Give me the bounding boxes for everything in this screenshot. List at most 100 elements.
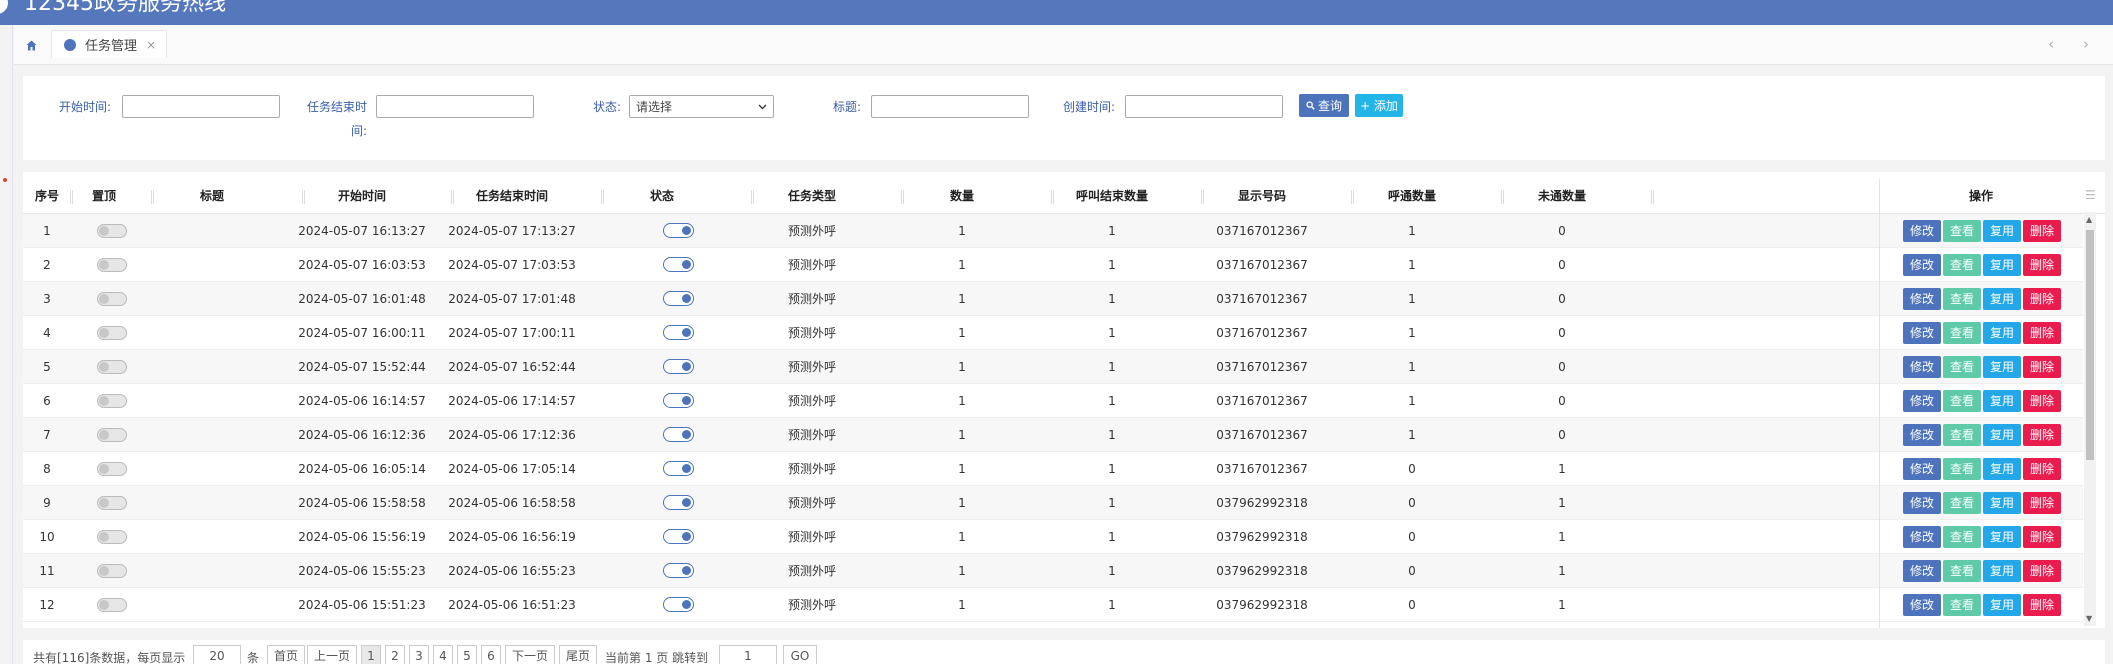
edit-button[interactable]: 修改: [1903, 356, 1941, 378]
page-button-1[interactable]: 1: [361, 645, 381, 664]
first-page-button[interactable]: 首页: [267, 645, 305, 664]
table-row[interactable]: 10 2024-05-06 15:56:19 2024-05-06 16:56:19…: [23, 520, 2083, 554]
scroll-thumb[interactable]: [2086, 230, 2094, 460]
status-toggle[interactable]: [663, 393, 694, 408]
column-resize-handle[interactable]: [70, 190, 73, 204]
last-page-button[interactable]: 尾页: [559, 645, 597, 664]
status-toggle[interactable]: [663, 257, 694, 272]
page-button-3[interactable]: 3: [409, 645, 429, 664]
edit-button[interactable]: 修改: [1903, 288, 1941, 310]
column-resize-handle[interactable]: [1201, 190, 1204, 204]
table-row[interactable]: 12 2024-05-06 15:51:23 2024-05-06 16:51:23…: [23, 588, 2083, 622]
view-button[interactable]: 查看: [1943, 560, 1981, 582]
column-resize-handle[interactable]: [151, 190, 154, 204]
table-row[interactable]: 2 2024-05-07 16:03:53 2024-05-07 17:03:53 预…: [23, 248, 2083, 282]
pin-toggle[interactable]: [97, 496, 127, 510]
delete-button[interactable]: 删除: [2023, 390, 2061, 412]
start-time-input[interactable]: [122, 95, 280, 118]
column-menu-icon[interactable]: ☰: [2085, 188, 2096, 202]
table-row[interactable]: 11 2024-05-06 15:55:23 2024-05-06 16:55:23…: [23, 554, 2083, 588]
column-resize-handle[interactable]: [1651, 190, 1654, 204]
edit-button[interactable]: 修改: [1903, 220, 1941, 242]
copy-button[interactable]: 复用: [1983, 220, 2021, 242]
table-row[interactable]: 3 2024-05-07 16:01:48 2024-05-07 17:01:48 预…: [23, 282, 2083, 316]
create-time-input[interactable]: [1125, 95, 1283, 118]
page-button-5[interactable]: 5: [457, 645, 477, 664]
pin-toggle[interactable]: [97, 224, 127, 238]
view-button[interactable]: 查看: [1943, 492, 1981, 514]
query-button[interactable]: 查询: [1299, 94, 1349, 117]
copy-button[interactable]: 复用: [1983, 492, 2021, 514]
view-button[interactable]: 查看: [1943, 220, 1981, 242]
edit-button[interactable]: 修改: [1903, 424, 1941, 446]
edit-button[interactable]: 修改: [1903, 526, 1941, 548]
table-row[interactable]: 4 2024-05-07 16:00:11 2024-05-07 17:00:11 预…: [23, 316, 2083, 350]
scroll-up-icon[interactable]: ▲: [2086, 215, 2092, 224]
copy-button[interactable]: 复用: [1983, 458, 2021, 480]
delete-button[interactable]: 删除: [2023, 288, 2061, 310]
pin-toggle[interactable]: [97, 394, 127, 408]
pin-toggle[interactable]: [97, 326, 127, 340]
pin-toggle[interactable]: [97, 360, 127, 374]
status-toggle[interactable]: [663, 529, 694, 544]
home-tab[interactable]: [21, 32, 41, 58]
copy-button[interactable]: 复用: [1983, 560, 2021, 582]
page-size-select[interactable]: 20: [193, 645, 241, 664]
view-button[interactable]: 查看: [1943, 390, 1981, 412]
copy-button[interactable]: 复用: [1983, 390, 2021, 412]
copy-button[interactable]: 复用: [1983, 424, 2021, 446]
status-toggle[interactable]: [663, 291, 694, 306]
page-button-6[interactable]: 6: [481, 645, 501, 664]
table-row[interactable]: 9 2024-05-06 15:58:58 2024-05-06 16:58:58 预…: [23, 486, 2083, 520]
column-resize-handle[interactable]: [451, 190, 454, 204]
view-button[interactable]: 查看: [1943, 254, 1981, 276]
pin-toggle[interactable]: [97, 564, 127, 578]
pin-toggle[interactable]: [97, 462, 127, 476]
page-button-2[interactable]: 2: [385, 645, 405, 664]
column-resize-handle[interactable]: [751, 190, 754, 204]
page-button-4[interactable]: 4: [433, 645, 453, 664]
delete-button[interactable]: 删除: [2023, 424, 2061, 446]
status-toggle[interactable]: [663, 359, 694, 374]
status-toggle[interactable]: [663, 597, 694, 612]
status-toggle[interactable]: [663, 461, 694, 476]
copy-button[interactable]: 复用: [1983, 254, 2021, 276]
delete-button[interactable]: 删除: [2023, 594, 2061, 616]
status-toggle[interactable]: [663, 427, 694, 442]
status-toggle[interactable]: [663, 223, 694, 238]
copy-button[interactable]: 复用: [1983, 322, 2021, 344]
delete-button[interactable]: 删除: [2023, 322, 2061, 344]
edit-button[interactable]: 修改: [1903, 594, 1941, 616]
view-button[interactable]: 查看: [1943, 288, 1981, 310]
column-resize-handle[interactable]: [1351, 190, 1354, 204]
delete-button[interactable]: 删除: [2023, 220, 2061, 242]
column-resize-handle[interactable]: [601, 190, 604, 204]
scroll-down-icon[interactable]: ▼: [2086, 614, 2092, 623]
edit-button[interactable]: 修改: [1903, 492, 1941, 514]
column-resize-handle[interactable]: [302, 190, 305, 204]
tab-scroll-arrows[interactable]: ‹ ›: [2048, 35, 2101, 53]
pin-toggle[interactable]: [97, 258, 127, 272]
copy-button[interactable]: 复用: [1983, 356, 2021, 378]
edit-button[interactable]: 修改: [1903, 458, 1941, 480]
table-row[interactable]: 1 2024-05-07 16:13:27 2024-05-07 17:13:27 预…: [23, 214, 2083, 248]
close-icon[interactable]: ×: [146, 38, 156, 52]
view-button[interactable]: 查看: [1943, 424, 1981, 446]
status-toggle[interactable]: [663, 495, 694, 510]
edit-button[interactable]: 修改: [1903, 390, 1941, 412]
status-toggle[interactable]: [663, 563, 694, 578]
edit-button[interactable]: 修改: [1903, 254, 1941, 276]
delete-button[interactable]: 删除: [2023, 560, 2061, 582]
view-button[interactable]: 查看: [1943, 594, 1981, 616]
next-page-button[interactable]: 下一页: [505, 645, 555, 664]
go-button[interactable]: GO: [783, 645, 817, 664]
table-scrollbar[interactable]: ▲ ▼: [2084, 212, 2096, 626]
table-row[interactable]: 7 2024-05-06 16:12:36 2024-05-06 17:12:36 预…: [23, 418, 2083, 452]
pin-toggle[interactable]: [97, 292, 127, 306]
table-row[interactable]: 6 2024-05-06 16:14:57 2024-05-06 17:14:57 预…: [23, 384, 2083, 418]
tab-task-management[interactable]: 任务管理 ×: [51, 30, 168, 58]
pin-toggle[interactable]: [97, 530, 127, 544]
edit-button[interactable]: 修改: [1903, 322, 1941, 344]
status-select[interactable]: 请选择: [629, 95, 774, 118]
copy-button[interactable]: 复用: [1983, 526, 2021, 548]
